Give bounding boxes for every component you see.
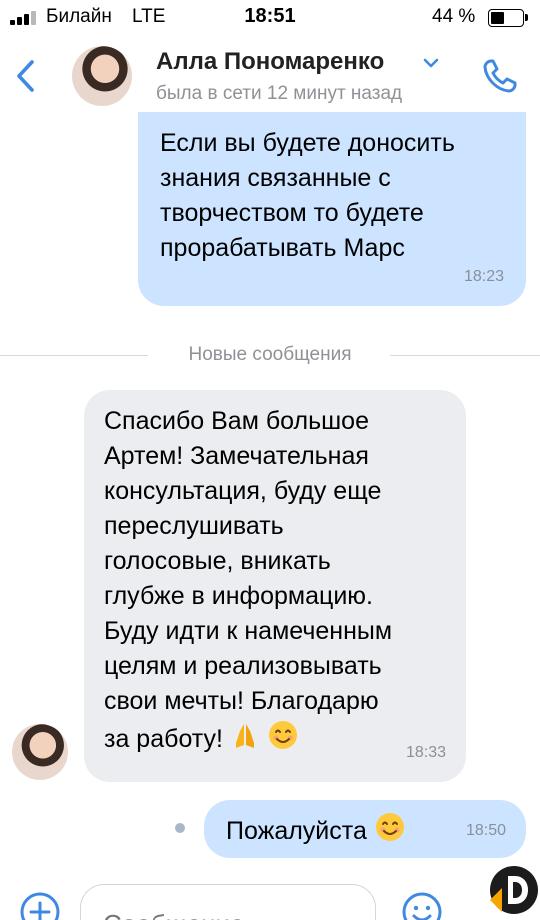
battery-percentage: 44 % xyxy=(432,6,476,27)
message-time: 18:33 xyxy=(405,744,446,761)
message-line-last: за работу! xyxy=(104,719,452,757)
divider-line-right xyxy=(390,355,540,356)
message-line: Буду идти к намеченным xyxy=(104,617,393,645)
message-line: Артем! Замечательная xyxy=(104,442,369,470)
message-text: Если вы будете доносить знания связанные… xyxy=(160,129,455,262)
message-line: Спасибо Вам большое xyxy=(104,407,369,435)
new-messages-divider: Новые сообщения xyxy=(0,342,540,368)
back-arrow-icon[interactable] xyxy=(8,54,44,98)
phone-call-icon[interactable] xyxy=(480,56,520,96)
sender-avatar[interactable] xyxy=(12,724,68,780)
message-bubble-incoming[interactable]: Спасибо Вам большое Артем! Замечательная… xyxy=(84,390,466,782)
message-time: 18:23 xyxy=(463,268,504,285)
message-line: консультация, буду еще xyxy=(104,477,382,505)
battery-fill xyxy=(491,12,504,24)
message-line: за работу! xyxy=(104,725,223,753)
battery-tip xyxy=(525,14,528,21)
smiling-face-icon xyxy=(375,813,404,841)
contact-name[interactable]: Алла Пономаренко xyxy=(156,48,384,76)
message-input[interactable] xyxy=(80,884,376,920)
message-bubble-outgoing[interactable]: Если вы будете доносить знания связанные… xyxy=(138,112,526,306)
message-line: свои мечты! Благодарю xyxy=(104,687,379,715)
emoji-smile-icon[interactable] xyxy=(398,888,446,920)
message-line: целям и реализовывать xyxy=(104,652,382,680)
watermark-logo-icon xyxy=(490,866,538,914)
message-time: 18:50 xyxy=(465,822,506,839)
message-text: Пожалуйста xyxy=(226,817,367,845)
contact-avatar[interactable] xyxy=(72,46,132,106)
last-seen-status: была в сети 12 минут назад xyxy=(156,83,403,104)
message-line: переслушивать xyxy=(104,512,284,540)
message-bubble-outgoing[interactable]: Пожалуйста 18:50 xyxy=(204,800,526,858)
status-bar: Билайн LTE 18:51 44 % xyxy=(0,0,540,34)
praying-hands-icon xyxy=(235,724,254,748)
chevron-down-icon[interactable] xyxy=(422,56,440,70)
unread-indicator xyxy=(175,823,185,833)
message-line: глубже в информацию. xyxy=(104,582,373,610)
message-line: голосовые, вникать xyxy=(104,547,331,575)
add-attachment-icon[interactable] xyxy=(16,888,64,920)
message-composer xyxy=(0,870,540,920)
chat-header: Алла Пономаренко была в сети 12 минут на… xyxy=(0,34,540,118)
battery-icon xyxy=(488,9,524,27)
smiling-face-icon xyxy=(268,721,297,749)
